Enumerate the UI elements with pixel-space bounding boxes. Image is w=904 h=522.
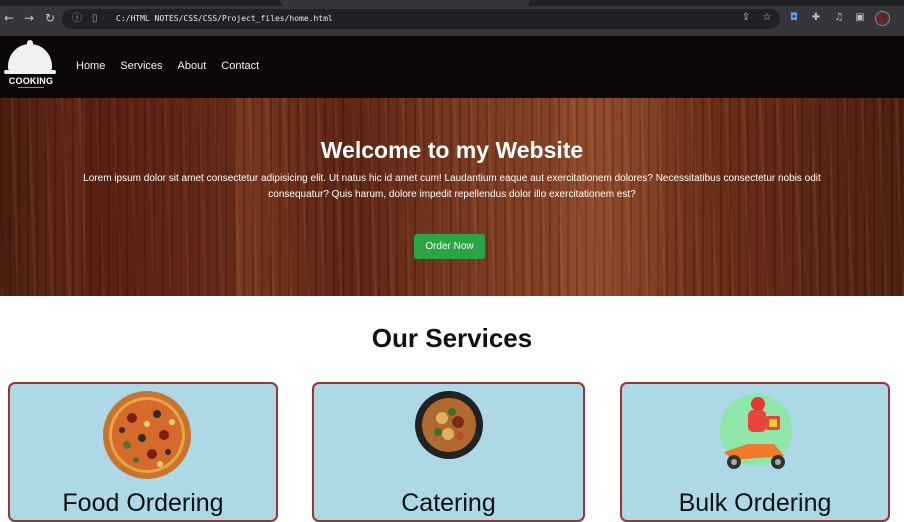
file-icon: ▯ <box>92 13 98 24</box>
cooking-logo[interactable]: COOKING <box>4 40 58 92</box>
nav-about-link[interactable]: About <box>178 59 207 73</box>
services-title: Our Services <box>371 323 533 353</box>
delivery-scooter-image <box>720 394 792 469</box>
pizza-image <box>103 391 191 479</box>
reload-icon[interactable]: ↻ <box>43 11 57 25</box>
site-info-icon[interactable]: ⓘ <box>72 12 82 26</box>
noodle-bowl-image <box>415 391 483 459</box>
puzzle-icon[interactable]: ✚ <box>810 12 822 24</box>
logo-underline <box>18 87 44 88</box>
service-card-title: Food Ordering <box>62 489 224 517</box>
hero-description: Lorem ipsum dolor sit amet consectetur a… <box>83 173 821 200</box>
service-card-catering[interactable]: Catering <box>312 382 585 522</box>
service-card-title: Catering <box>401 489 496 517</box>
browser-toolbar: ← → ↻ ⓘ ▯ C:/HTML NOTES/CSS/CSS/Project_… <box>0 0 904 36</box>
logo-text: COOKING <box>8 76 54 86</box>
service-card-food-ordering[interactable]: Food Ordering <box>8 382 278 522</box>
extension-icon[interactable]: ◘ <box>788 12 800 24</box>
share-icon[interactable]: ⇪ <box>740 12 752 24</box>
back-icon[interactable]: ← <box>2 11 16 25</box>
url-text[interactable]: C:/HTML NOTES/CSS/CSS/Project_files/home… <box>116 12 333 26</box>
profile-icon[interactable] <box>875 11 890 26</box>
cloche-plate <box>4 70 56 74</box>
nav-services-link[interactable]: Services <box>120 59 162 73</box>
cloche-icon <box>8 44 52 70</box>
main-nav: Home Services About Contact <box>76 59 259 73</box>
sidebar-icon[interactable]: ▣ <box>854 12 866 24</box>
nav-home-link[interactable]: Home <box>76 59 105 73</box>
media-icon[interactable]: ♫ <box>833 12 845 24</box>
order-now-button[interactable]: Order Now <box>414 234 485 259</box>
service-card-bulk-ordering[interactable]: Bulk Ordering <box>620 382 890 522</box>
service-card-title: Bulk Ordering <box>678 489 832 517</box>
bookmark-star-icon[interactable]: ☆ <box>761 12 773 24</box>
hero-title: Welcome to my Website <box>320 137 584 163</box>
forward-icon[interactable]: → <box>22 11 36 25</box>
nav-contact-link[interactable]: Contact <box>221 59 259 73</box>
active-tab[interactable] <box>280 0 530 6</box>
